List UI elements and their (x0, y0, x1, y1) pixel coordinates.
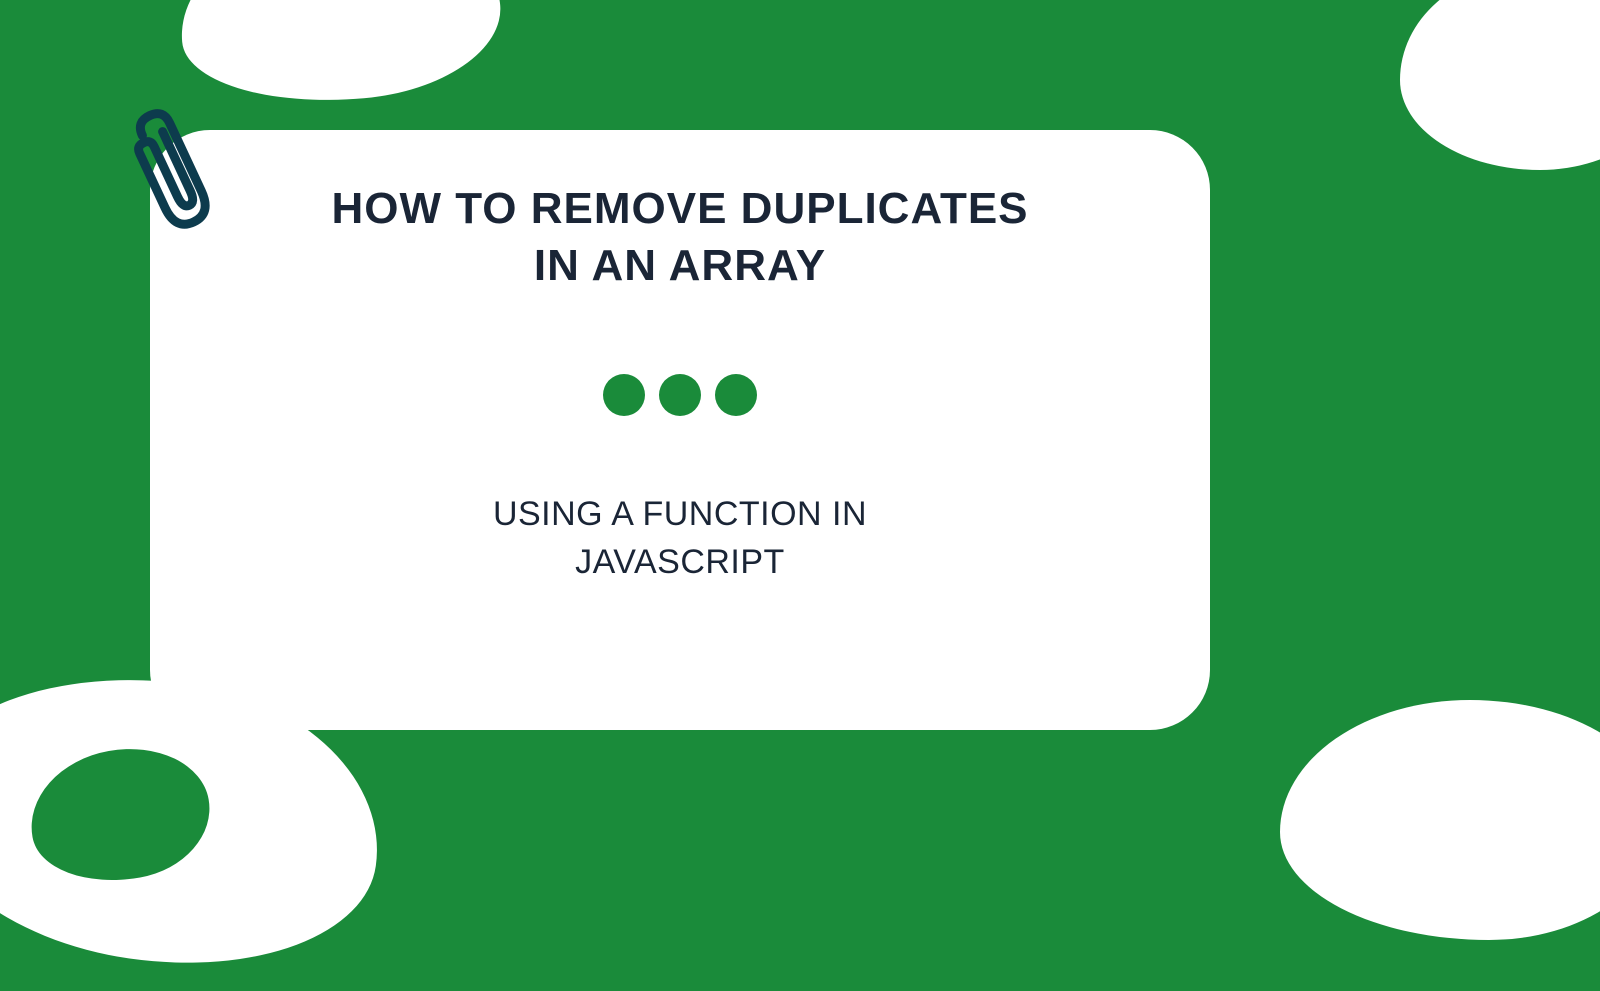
decorative-blob (173, 0, 507, 114)
dot (603, 374, 645, 416)
decorative-dots (603, 374, 757, 416)
main-card: HOW TO REMOVE DUPLICATES IN AN ARRAY USI… (150, 130, 1210, 730)
dot (715, 374, 757, 416)
subtitle: USING A FUNCTION IN JAVASCRIPT (493, 491, 867, 586)
subtitle-line-2: JAVASCRIPT (575, 543, 785, 581)
paperclip-icon (125, 100, 235, 245)
main-title: HOW TO REMOVE DUPLICATES IN AN ARRAY (331, 180, 1028, 294)
decorative-blob (1400, 0, 1600, 170)
author-handle: @CODERGILLICK (1345, 786, 1540, 812)
title-line-2: IN AN ARRAY (534, 241, 826, 290)
dot (659, 374, 701, 416)
title-line-1: HOW TO REMOVE DUPLICATES (331, 184, 1028, 233)
subtitle-line-1: USING A FUNCTION IN (493, 495, 867, 533)
decorative-blob (1280, 700, 1600, 940)
